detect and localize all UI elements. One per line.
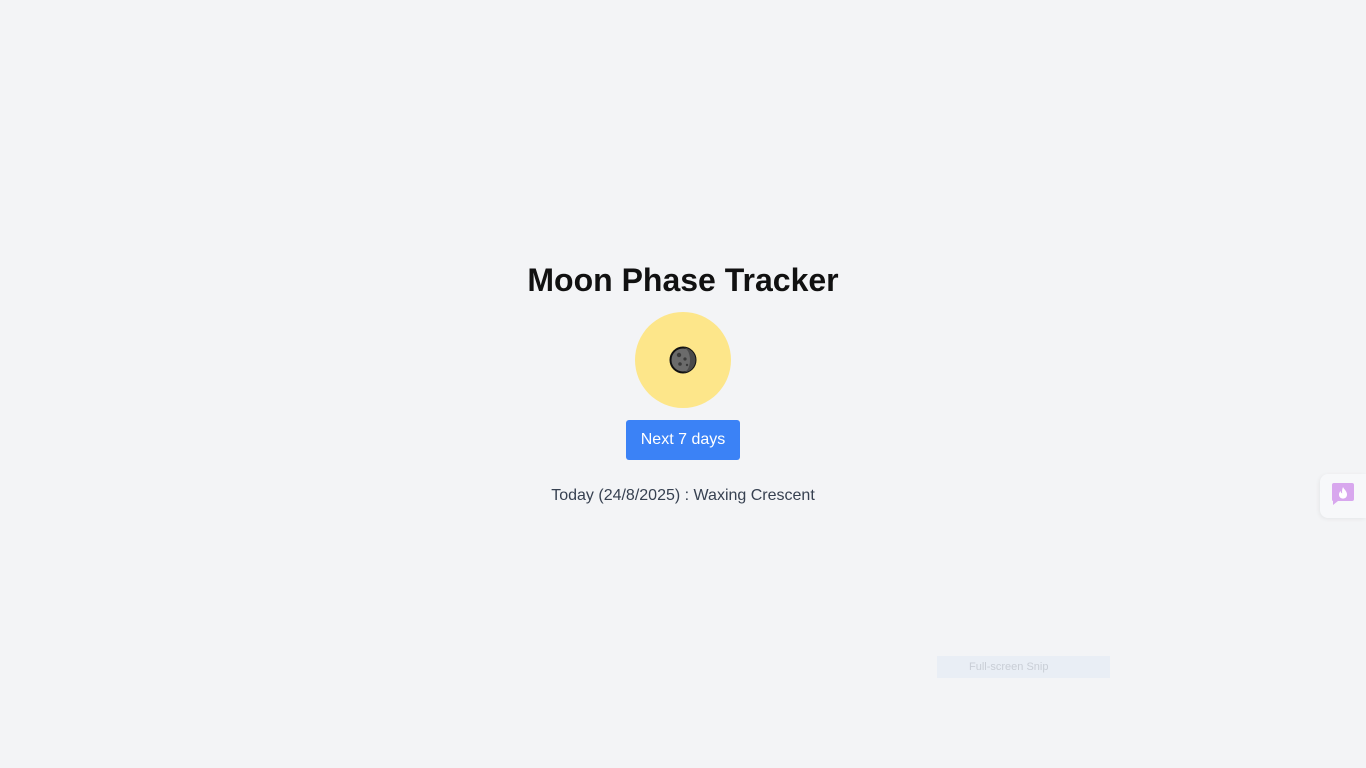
today-phase-text: Today (24/8/2025) : Waxing Crescent — [551, 487, 815, 504]
page-title: Moon Phase Tracker — [527, 262, 839, 298]
side-chat-widget[interactable] — [1320, 474, 1366, 518]
next-7-days-button[interactable]: Next 7 days — [626, 420, 740, 460]
moon-phase-display — [635, 312, 731, 408]
page: Moon Phase Tracker Next 7 days Today (24… — [0, 0, 1366, 768]
snip-tooltip: Full-screen Snip — [937, 656, 1110, 678]
moon-icon — [669, 346, 697, 374]
chat-flame-icon — [1330, 482, 1356, 511]
